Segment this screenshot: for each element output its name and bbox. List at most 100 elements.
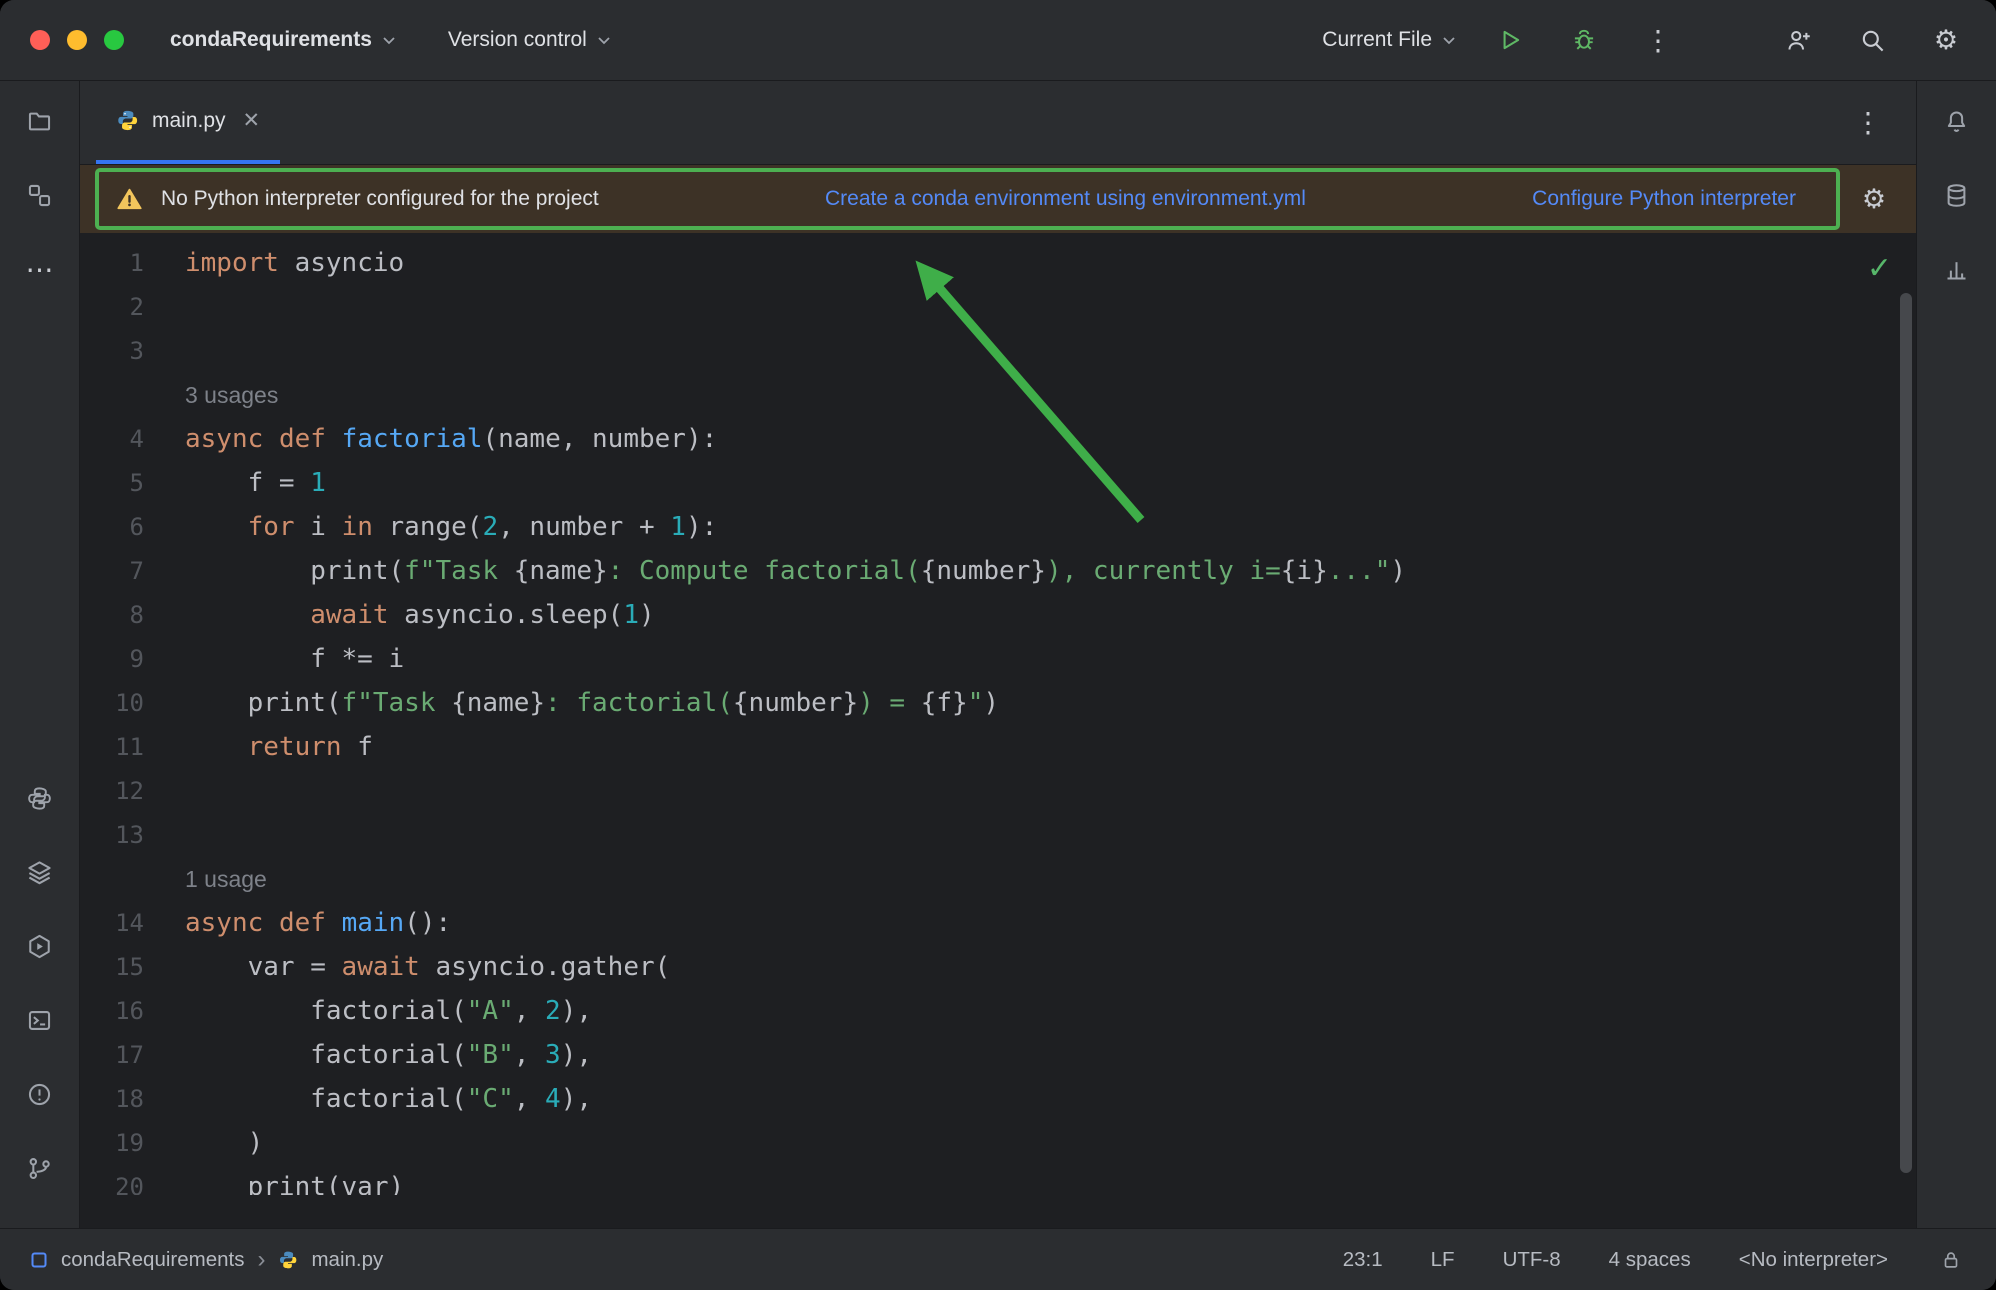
debug-button[interactable]	[1564, 20, 1604, 60]
vcs-widget-label: Version control	[448, 28, 587, 52]
code-line[interactable]: 16 factorial("A", 2),	[80, 989, 1916, 1033]
code-line[interactable]: 4async def factorial(name, number):	[80, 417, 1916, 461]
banner-settings-button[interactable]: ⚙	[1854, 179, 1894, 219]
code-line[interactable]: 7 print(f"Task {name}: Compute factorial…	[80, 549, 1916, 593]
code-with-me-button[interactable]	[1778, 20, 1818, 60]
line-number[interactable]: 16	[80, 989, 185, 1033]
code-line[interactable]: 17 factorial("B", 3),	[80, 1033, 1916, 1077]
code-line[interactable]: 3	[80, 329, 1916, 373]
editor[interactable]: 1import asyncio233 usages4async def fact…	[80, 233, 1916, 1228]
main-area: main.py ✕ ⋮ No Python interpreter config…	[80, 81, 1916, 1228]
inspections-ok-icon[interactable]: ✓	[1867, 251, 1892, 286]
notifications-button[interactable]	[1937, 101, 1977, 141]
code-line[interactable]: 2	[80, 285, 1916, 329]
run-tool-button[interactable]	[20, 926, 60, 966]
interpreter-widget[interactable]: <No interpreter>	[1739, 1248, 1888, 1272]
chevron-down-icon	[1442, 36, 1456, 45]
configure-interpreter-link[interactable]: Configure Python interpreter	[1532, 187, 1796, 211]
line-number[interactable]: 18	[80, 1077, 185, 1121]
status-widgets: 23:1 LF UTF-8 4 spaces <No interpreter>	[1343, 1245, 1966, 1275]
play-icon	[1497, 27, 1523, 53]
more-tools-button[interactable]: ⋯	[20, 249, 60, 289]
code-line[interactable]: 1import asyncio	[80, 241, 1916, 285]
code-text: return f	[185, 725, 373, 769]
line-separator-widget[interactable]: LF	[1431, 1248, 1455, 1272]
line-number[interactable]: 3	[80, 329, 185, 373]
readonly-toggle-button[interactable]	[1936, 1245, 1966, 1275]
search-everywhere-button[interactable]	[1852, 20, 1892, 60]
chart-tool-button[interactable]	[1937, 249, 1977, 289]
hexagon-play-icon	[26, 933, 53, 960]
line-number[interactable]: 1	[80, 241, 185, 285]
tab-options-button[interactable]: ⋮	[1848, 103, 1888, 143]
run-config-selector[interactable]: Current File	[1322, 28, 1456, 52]
python-file-icon	[116, 109, 139, 132]
structure-tool-button[interactable]	[20, 175, 60, 215]
code-line[interactable]: 18 factorial("C", 4),	[80, 1077, 1916, 1121]
run-button[interactable]	[1490, 20, 1530, 60]
database-icon	[1943, 182, 1970, 209]
line-number[interactable]: 12	[80, 769, 185, 813]
code-line[interactable]: 10 print(f"Task {name}: factorial({numbe…	[80, 681, 1916, 725]
code-line[interactable]: 13	[80, 813, 1916, 857]
vcs-widget[interactable]: Version control	[448, 28, 611, 52]
indent-widget[interactable]: 4 spaces	[1609, 1248, 1691, 1272]
database-tool-button[interactable]	[1937, 175, 1977, 215]
close-window-button[interactable]	[30, 30, 50, 50]
create-conda-env-link[interactable]: Create a conda environment using environ…	[825, 187, 1306, 211]
services-tool-button[interactable]	[20, 852, 60, 892]
line-number[interactable]	[80, 857, 185, 901]
code-text: await asyncio.sleep(1)	[185, 593, 655, 637]
tab-main-py[interactable]: main.py ✕	[96, 81, 280, 164]
more-run-actions-button[interactable]: ⋮	[1638, 20, 1678, 60]
line-number[interactable]: 17	[80, 1033, 185, 1077]
editor-scrollbar-thumb[interactable]	[1900, 293, 1912, 1173]
version-control-tool-button[interactable]	[20, 1148, 60, 1188]
git-branch-icon	[26, 1155, 53, 1182]
code-line[interactable]: 5 f = 1	[80, 461, 1916, 505]
encoding-widget[interactable]: UTF-8	[1503, 1248, 1561, 1272]
project-widget[interactable]: condaRequirements	[170, 28, 396, 52]
tab-close-icon[interactable]: ✕	[243, 108, 261, 133]
code-line[interactable]: 15 var = await asyncio.gather(	[80, 945, 1916, 989]
line-number[interactable]: 7	[80, 549, 185, 593]
code-line[interactable]: 9 f *= i	[80, 637, 1916, 681]
add-user-icon	[1785, 27, 1812, 54]
problems-tool-button[interactable]	[20, 1074, 60, 1114]
code-line[interactable]: 12	[80, 769, 1916, 813]
line-number[interactable]: 20	[80, 1165, 185, 1195]
python-packages-tool-button[interactable]	[20, 778, 60, 818]
caret-position-widget[interactable]: 23:1	[1343, 1248, 1383, 1272]
line-number[interactable]: 8	[80, 593, 185, 637]
line-number[interactable]: 2	[80, 285, 185, 329]
minimize-window-button[interactable]	[67, 30, 87, 50]
line-number[interactable]: 14	[80, 901, 185, 945]
zoom-window-button[interactable]	[104, 30, 124, 50]
usages-hint-line[interactable]: 3 usages	[80, 373, 1916, 417]
code-line[interactable]: 19 )	[80, 1121, 1916, 1165]
line-number[interactable]: 13	[80, 813, 185, 857]
alert-circle-icon	[26, 1081, 53, 1108]
line-number[interactable]: 10	[80, 681, 185, 725]
project-square-icon	[30, 1251, 48, 1269]
python-file-icon	[278, 1250, 298, 1270]
line-number[interactable]: 19	[80, 1121, 185, 1165]
line-number[interactable]: 15	[80, 945, 185, 989]
line-number[interactable]: 5	[80, 461, 185, 505]
project-tool-button[interactable]	[20, 101, 60, 141]
breadcrumb-project[interactable]: condaRequirements	[61, 1248, 244, 1272]
terminal-tool-button[interactable]	[20, 1000, 60, 1040]
line-number[interactable]	[80, 373, 185, 417]
code-line[interactable]: 8 await asyncio.sleep(1)	[80, 593, 1916, 637]
line-number[interactable]: 11	[80, 725, 185, 769]
usages-hint-line[interactable]: 1 usage	[80, 857, 1916, 901]
code-line[interactable]: 20 print(var)	[80, 1165, 1916, 1195]
line-number[interactable]: 6	[80, 505, 185, 549]
settings-button[interactable]: ⚙	[1926, 20, 1966, 60]
line-number[interactable]: 9	[80, 637, 185, 681]
line-number[interactable]: 4	[80, 417, 185, 461]
code-line[interactable]: 11 return f	[80, 725, 1916, 769]
breadcrumb-file[interactable]: main.py	[311, 1248, 383, 1272]
code-line[interactable]: 6 for i in range(2, number + 1):	[80, 505, 1916, 549]
code-line[interactable]: 14async def main():	[80, 901, 1916, 945]
